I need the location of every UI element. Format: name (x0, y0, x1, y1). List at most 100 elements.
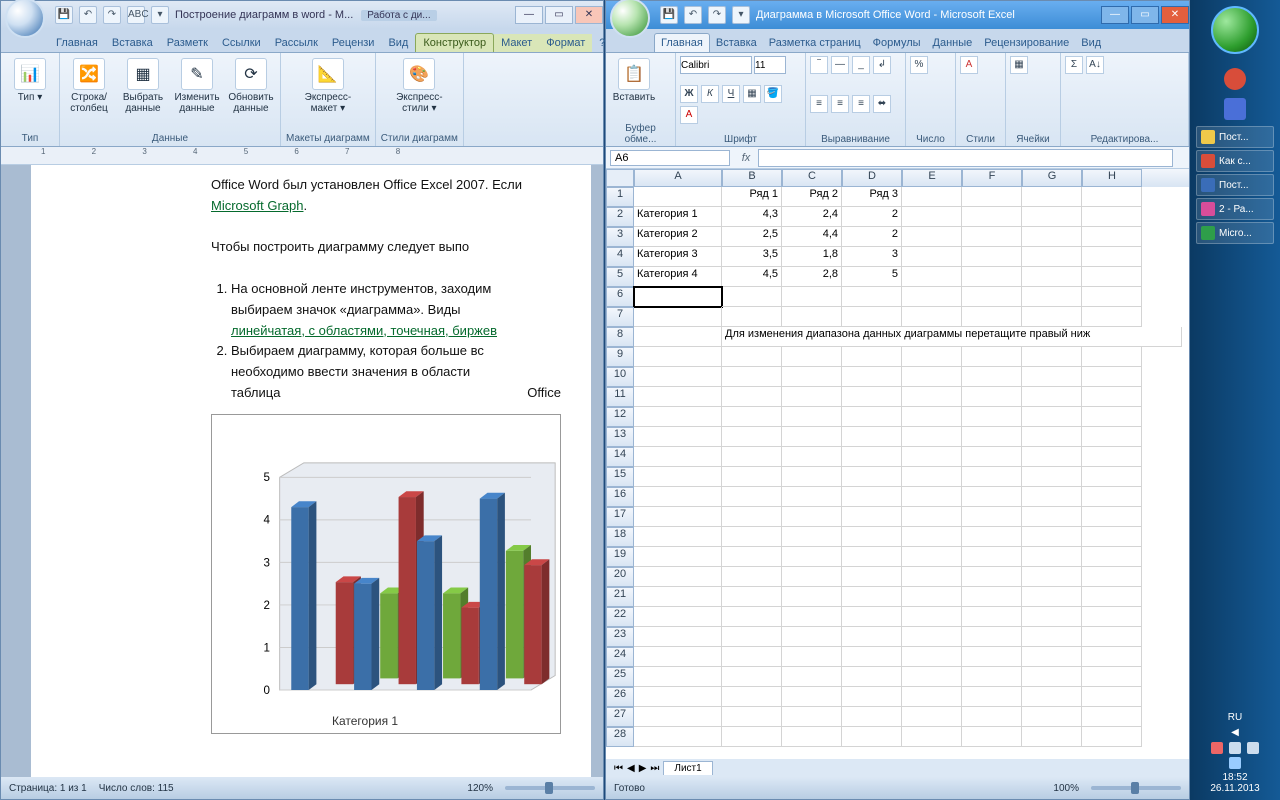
maximize-button[interactable]: ▭ (1131, 6, 1159, 24)
ribbon-tab-главная[interactable]: Главная (654, 33, 710, 52)
ribbon-tab-формат[interactable]: Формат (539, 34, 592, 52)
cell[interactable] (962, 487, 1022, 507)
embedded-chart[interactable]: 012345 Категория 1 (211, 414, 561, 734)
cell[interactable] (634, 447, 722, 467)
word-context-tab[interactable]: Работа с ди... (361, 10, 436, 21)
cell[interactable] (634, 667, 722, 687)
row-header[interactable]: 17 (606, 507, 634, 527)
cell[interactable] (722, 667, 782, 687)
cell[interactable] (902, 507, 962, 527)
autosum-button[interactable]: Σ (1065, 56, 1083, 74)
ribbon-tab-главная[interactable]: Главная (49, 34, 105, 52)
cell[interactable]: Ряд 1 (722, 187, 782, 207)
cell[interactable] (842, 687, 902, 707)
cell[interactable] (722, 507, 782, 527)
cell[interactable] (842, 427, 902, 447)
cell[interactable] (782, 347, 842, 367)
cell[interactable] (782, 687, 842, 707)
cell[interactable] (634, 727, 722, 747)
cell[interactable]: Ряд 2 (782, 187, 842, 207)
taskbar-item[interactable]: 2 - Ра... (1196, 198, 1274, 220)
ribbon-tab-вид[interactable]: Вид (381, 34, 415, 52)
cell[interactable] (1082, 487, 1142, 507)
cell[interactable] (1082, 367, 1142, 387)
cell[interactable] (1022, 227, 1082, 247)
cell[interactable]: Категория 2 (634, 227, 722, 247)
cell[interactable] (902, 307, 962, 327)
cell[interactable] (722, 527, 782, 547)
cell[interactable] (722, 607, 782, 627)
clock-date[interactable]: 26.11.2013 (1210, 783, 1259, 794)
cell[interactable] (1022, 207, 1082, 227)
row-header[interactable]: 24 (606, 647, 634, 667)
ribbon-tab-формулы[interactable]: Формулы (867, 34, 927, 52)
ribbon-tab-макет[interactable]: Макет (494, 34, 539, 52)
row-header[interactable]: 3 (606, 227, 634, 247)
cell[interactable] (1022, 467, 1082, 487)
cell[interactable] (722, 307, 782, 327)
qat-button[interactable]: ↷ (103, 6, 121, 24)
cell[interactable] (842, 567, 902, 587)
name-box[interactable]: A6 (610, 150, 730, 166)
cell[interactable] (1022, 367, 1082, 387)
spreadsheet-grid[interactable]: ABCDEFGH 1Ряд 1Ряд 2Ряд 32Категория 14,3… (606, 169, 1189, 759)
horizontal-ruler[interactable]: 1 2 3 4 5 6 7 8 (1, 147, 603, 165)
cell[interactable]: Ряд 3 (842, 187, 902, 207)
border-button[interactable]: ▦ (743, 85, 761, 103)
zoom-slider[interactable] (1091, 786, 1181, 790)
cell[interactable]: Категория 1 (634, 207, 722, 227)
cell[interactable] (634, 647, 722, 667)
ribbon-tab-данные[interactable]: Данные (927, 34, 979, 52)
ribbon-tab-вид[interactable]: Вид (1075, 34, 1107, 52)
cell[interactable] (1082, 647, 1142, 667)
cell[interactable] (1022, 667, 1082, 687)
status-zoom[interactable]: 120% (467, 783, 493, 794)
excel-titlebar[interactable]: 💾↶↷▾ Диаграмма в Microsoft Office Word -… (606, 1, 1189, 29)
cell[interactable] (634, 307, 722, 327)
cell[interactable] (962, 587, 1022, 607)
cell[interactable] (634, 407, 722, 427)
cell[interactable] (1022, 627, 1082, 647)
cell[interactable] (634, 327, 722, 347)
cell[interactable] (1022, 647, 1082, 667)
qat-button[interactable]: 💾 (55, 6, 73, 24)
cell[interactable] (722, 287, 782, 307)
cell[interactable] (634, 347, 722, 367)
app-shortcut-icon[interactable] (1224, 98, 1246, 120)
cell[interactable] (962, 267, 1022, 287)
cell[interactable] (1082, 687, 1142, 707)
cell[interactable] (782, 387, 842, 407)
ribbon-button[interactable]: 📐Экспресс-макет ▾ (304, 56, 352, 116)
cell[interactable] (962, 627, 1022, 647)
font-size-select[interactable] (754, 56, 786, 74)
cell[interactable] (722, 467, 782, 487)
row-header[interactable]: 15 (606, 467, 634, 487)
percent-button[interactable]: % (910, 56, 928, 74)
fx-icon[interactable]: fx (734, 152, 758, 164)
font-color-button[interactable]: A (680, 106, 698, 124)
cell[interactable] (902, 447, 962, 467)
row-header[interactable]: 25 (606, 667, 634, 687)
cell[interactable] (634, 547, 722, 567)
align-bot-button[interactable]: _ (852, 56, 870, 74)
cell[interactable]: Категория 3 (634, 247, 722, 267)
align-right-button[interactable]: ≡ (852, 95, 870, 113)
qat-button[interactable]: ↶ (79, 6, 97, 24)
cell[interactable] (962, 207, 1022, 227)
cell[interactable] (1082, 467, 1142, 487)
cell[interactable] (962, 447, 1022, 467)
cell[interactable]: Категория 4 (634, 267, 722, 287)
cell[interactable] (842, 527, 902, 547)
paste-button[interactable]: 📋 Вставить (610, 56, 658, 105)
cell[interactable] (722, 367, 782, 387)
cell[interactable] (782, 287, 842, 307)
cell[interactable] (902, 587, 962, 607)
qat-button[interactable]: 💾 (660, 6, 678, 24)
cell[interactable] (782, 727, 842, 747)
cell[interactable] (962, 307, 1022, 327)
cell[interactable] (1082, 507, 1142, 527)
ribbon-tab-рецензирование[interactable]: Рецензирование (978, 34, 1075, 52)
cell[interactable] (634, 187, 722, 207)
cell[interactable]: 4,5 (722, 267, 782, 287)
ribbon-tab-разметка страниц[interactable]: Разметка страниц (763, 34, 867, 52)
